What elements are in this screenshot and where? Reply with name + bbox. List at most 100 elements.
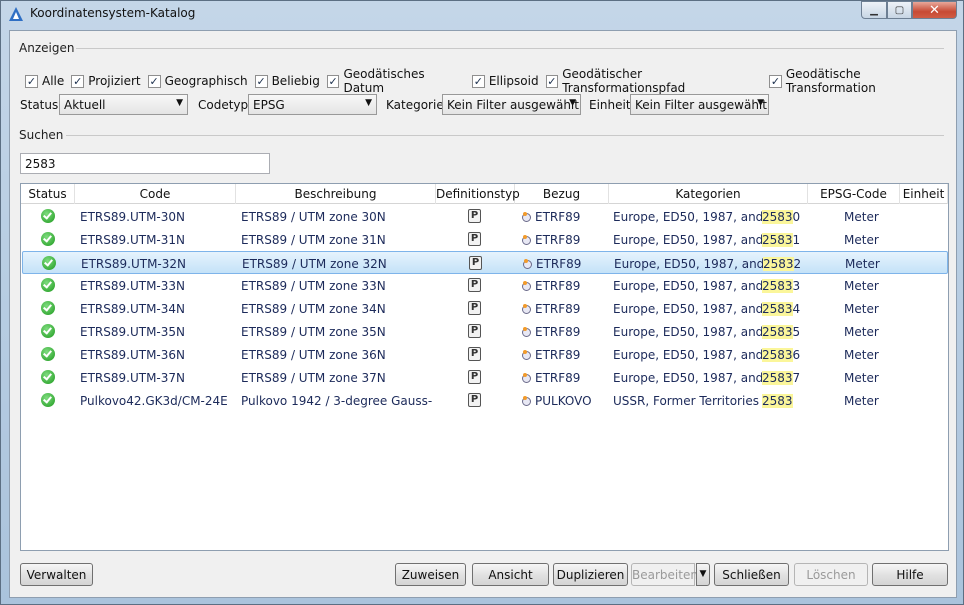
filter-checkbox-item[interactable]: ✓ Geodätische Transformation [769, 67, 949, 95]
zuweisen-button[interactable]: Zuweisen [395, 563, 466, 586]
codetyp-label: Codetyp: [198, 98, 253, 112]
duplizieren-button[interactable]: Duplizieren [553, 563, 628, 586]
datum-icon [523, 259, 532, 269]
reference-text: ETRF89 [535, 371, 581, 385]
code-cell: ETRS89.UTM-37N [80, 371, 185, 385]
checkbox[interactable]: ✓ [71, 74, 85, 88]
search-group-divider [66, 135, 944, 136]
schliessen-button[interactable]: Schließen [714, 563, 789, 586]
unit-cell: Meter [845, 257, 880, 271]
filter-checkbox-item[interactable]: ✓ Alle [25, 74, 64, 88]
table-row[interactable]: ETRS89.UTM-37N ETRS89 / UTM zone 37N P ETRF… [21, 366, 948, 389]
table-row[interactable]: ETRS89.UTM-31N ETRS89 / UTM zone 31N P ETRF… [21, 228, 948, 251]
epsg-code-rest: 7 [792, 371, 801, 385]
epsg-code-cell: 2583 [762, 389, 842, 412]
description-cell: Pulkovo 1942 / 3-degree Gauss-K... [241, 394, 433, 408]
chevron-down-icon: ▼ [176, 98, 183, 108]
filter-checkbox-item[interactable]: ✓ Geodätisches Datum [326, 67, 465, 95]
minimize-button[interactable]: ▁ [861, 1, 887, 19]
ansicht-button[interactable]: Ansicht [472, 563, 549, 586]
status-ok-icon [41, 301, 55, 315]
reference-text: ETRF89 [535, 325, 581, 339]
checkbox[interactable]: ✓ [545, 74, 559, 88]
checkbox[interactable]: ✓ [471, 74, 485, 88]
maximize-button[interactable]: ▢ [887, 1, 912, 19]
epsg-match-highlight: 2583 [762, 210, 793, 224]
title-bar[interactable]: Koordinatensystem-Katalog ▁ ▢ ✕ [1, 1, 963, 27]
datum-icon [522, 373, 531, 383]
filter-checkbox-item[interactable]: ✓ Geographisch [147, 74, 248, 88]
hilfe-button[interactable]: Hilfe [872, 563, 948, 586]
checkbox[interactable]: ✓ [147, 74, 161, 88]
close-button[interactable]: ✕ [912, 1, 957, 19]
reference-text: PULKOVO [535, 394, 592, 408]
reference-cell: PULKOVO [521, 389, 607, 412]
epsg-code-cell: 25836 [762, 343, 842, 366]
column-header[interactable]: Kategorien [609, 184, 808, 204]
filter-checkbox-item[interactable]: ✓ Ellipsoid [471, 74, 539, 88]
datum-icon [522, 327, 531, 337]
column-header[interactable]: Beschreibung [236, 184, 436, 204]
status-ok-icon [41, 278, 55, 292]
close-icon: ✕ [929, 2, 940, 18]
column-header[interactable]: Definitionstyp [436, 184, 520, 204]
column-header[interactable]: EPSG-Code [808, 184, 900, 204]
reference-text: ETRF89 [535, 233, 581, 247]
epsg-match-highlight: 2583 [762, 279, 793, 293]
loeschen-button[interactable]: Löschen [794, 563, 868, 586]
kategorie-select[interactable]: Kein Filter ausgewählt ▼ [442, 94, 581, 115]
projected-type-icon: P [468, 301, 481, 315]
codetyp-select[interactable]: EPSG ▼ [248, 94, 377, 115]
table-row[interactable]: Pulkovo42.GK3d/CM-24E Pulkovo 1942 / 3-de… [21, 389, 948, 412]
checkbox[interactable]: ✓ [326, 74, 340, 88]
table-row[interactable]: ETRS89.UTM-35N ETRS89 / UTM zone 35N P ETRF… [21, 320, 948, 343]
verwalten-button[interactable]: Verwalten [20, 563, 93, 586]
checkbox-label: Beliebig [271, 74, 320, 88]
filter-checkbox-item[interactable]: ✓ Projiziert [71, 74, 141, 88]
epsg-match-highlight: 2583 [762, 325, 793, 339]
checkbox-label: Alle [42, 74, 65, 88]
table-row[interactable]: ETRS89.UTM-36N ETRS89 / UTM zone 36N P ETRF… [21, 343, 948, 366]
column-header[interactable]: Status [21, 184, 75, 204]
filter-checkbox-item[interactable]: ✓ Beliebig [254, 74, 320, 88]
projected-type-icon: P [468, 393, 481, 407]
epsg-code-rest: 6 [792, 348, 801, 362]
checkbox[interactable]: ✓ [254, 74, 268, 88]
datum-icon [522, 212, 531, 222]
chevron-down-icon: ▼ [699, 569, 707, 579]
column-header[interactable]: Code [75, 184, 236, 204]
search-group-label: Suchen [19, 128, 64, 142]
search-input[interactable]: 2583 [20, 153, 270, 174]
epsg-code-cell: 25831 [762, 228, 842, 251]
bearbeiten-dropdown-button[interactable]: ▼ [696, 563, 710, 586]
maximize-icon: ▢ [894, 4, 905, 16]
description-cell: ETRS89 / UTM zone 36N [241, 348, 386, 362]
status-label: Status: [20, 98, 63, 112]
unit-cell: Meter [844, 233, 879, 247]
unit-cell: Meter [844, 325, 879, 339]
table-row[interactable]: ETRS89.UTM-34N ETRS89 / UTM zone 34N P ETRF… [21, 297, 948, 320]
table-row[interactable]: ETRS89.UTM-32N ETRS89 / UTM zone 32N P ETRF… [22, 251, 948, 274]
bearbeiten-button[interactable]: Bearbeiten [631, 563, 698, 586]
column-header[interactable]: Einheit [900, 184, 948, 204]
column-header[interactable]: Bezug [515, 184, 609, 204]
filter-checkbox-item[interactable]: ✓ Geodätischer Transformationspfad [545, 67, 763, 95]
status-ok-icon [41, 324, 55, 338]
reference-text: ETRF89 [535, 302, 581, 316]
reference-text: ETRF89 [536, 257, 582, 271]
description-cell: ETRS89 / UTM zone 35N [241, 325, 386, 339]
table-row[interactable]: ETRS89.UTM-33N ETRS89 / UTM zone 33N P ETRF… [21, 274, 948, 297]
checkbox[interactable]: ✓ [25, 74, 38, 88]
code-cell: ETRS89.UTM-36N [80, 348, 185, 362]
einheit-select[interactable]: Kein Filter ausgewählt ▼ [630, 94, 769, 115]
checkbox[interactable]: ✓ [769, 74, 782, 88]
reference-text: ETRF89 [535, 210, 581, 224]
checkbox-label: Projiziert [88, 74, 141, 88]
status-select[interactable]: Aktuell ▼ [59, 94, 188, 115]
table-header: Status Code Beschreibung Definitionstyp Bezu… [21, 184, 948, 204]
einheit-select-value: Kein Filter ausgewählt [635, 98, 767, 112]
reference-cell: ETRF89 [521, 274, 607, 297]
unit-cell: Meter [844, 302, 879, 316]
code-cell: ETRS89.UTM-30N [80, 210, 185, 224]
table-row[interactable]: ETRS89.UTM-30N ETRS89 / UTM zone 30N P ETRF… [21, 205, 948, 228]
